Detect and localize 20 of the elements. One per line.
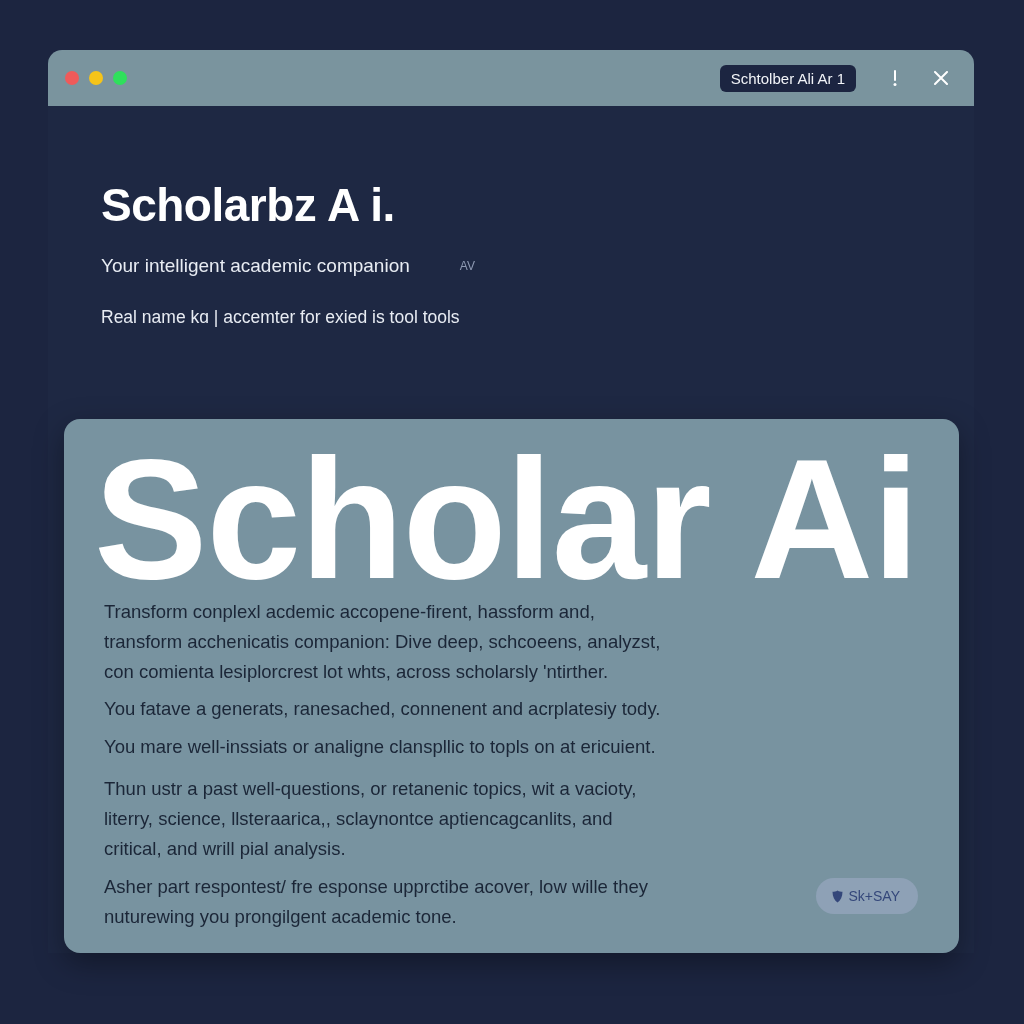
more-button[interactable]: [892, 70, 898, 86]
app-title: Scholarbz A i.: [101, 178, 395, 232]
body-paragraph: You fatave a generats, ranesached, connenent and acrplatesiy tody.: [104, 697, 661, 721]
hero-title: Scholar Ai: [94, 441, 918, 597]
window-control-dot-icon[interactable]: [89, 71, 103, 85]
close-button[interactable]: [934, 71, 948, 85]
more-icon: [892, 70, 898, 86]
body-paragraph: Thun ustr a past well-questions, or retanenic topics, wit a vacioty, literry, science, llsteraarica,, sclaynontce aptiencagcanlits, and critical, and wrill pial analysis.: [104, 777, 638, 861]
subtitle-tag: AV: [459, 259, 475, 273]
tagline: Real name kɑ | accemter for exied is tool tools: [101, 306, 461, 329]
action-button[interactable]: Sk+SAY: [815, 878, 918, 914]
shield-icon: [831, 889, 843, 903]
title-badge: Schtolber Ali Ar 1: [719, 64, 856, 92]
body-paragraph: Asher part respontest/ fre esponse upprctibe acover, low wille they nuturewing you prongilgent academic tone.: [104, 875, 649, 929]
close-icon: [934, 71, 948, 85]
window-control-dot-icon[interactable]: [113, 71, 127, 85]
body-paragraph: You mare well-inssiats or analigne clanspllic to topls on at ericuient.: [104, 735, 657, 759]
subtitle: Your intelligent academic companion: [101, 254, 410, 278]
body-paragraph: Transform conplexl acdemic accopene-firent, hassform and, transform acchenicatis companion: Dive deep, schcoeens, analyzst, con comienta lesiplorcrest lot whts, across scholarsly 'ntirther.: [104, 600, 661, 684]
window-control-dot-icon[interactable]: [65, 71, 79, 85]
